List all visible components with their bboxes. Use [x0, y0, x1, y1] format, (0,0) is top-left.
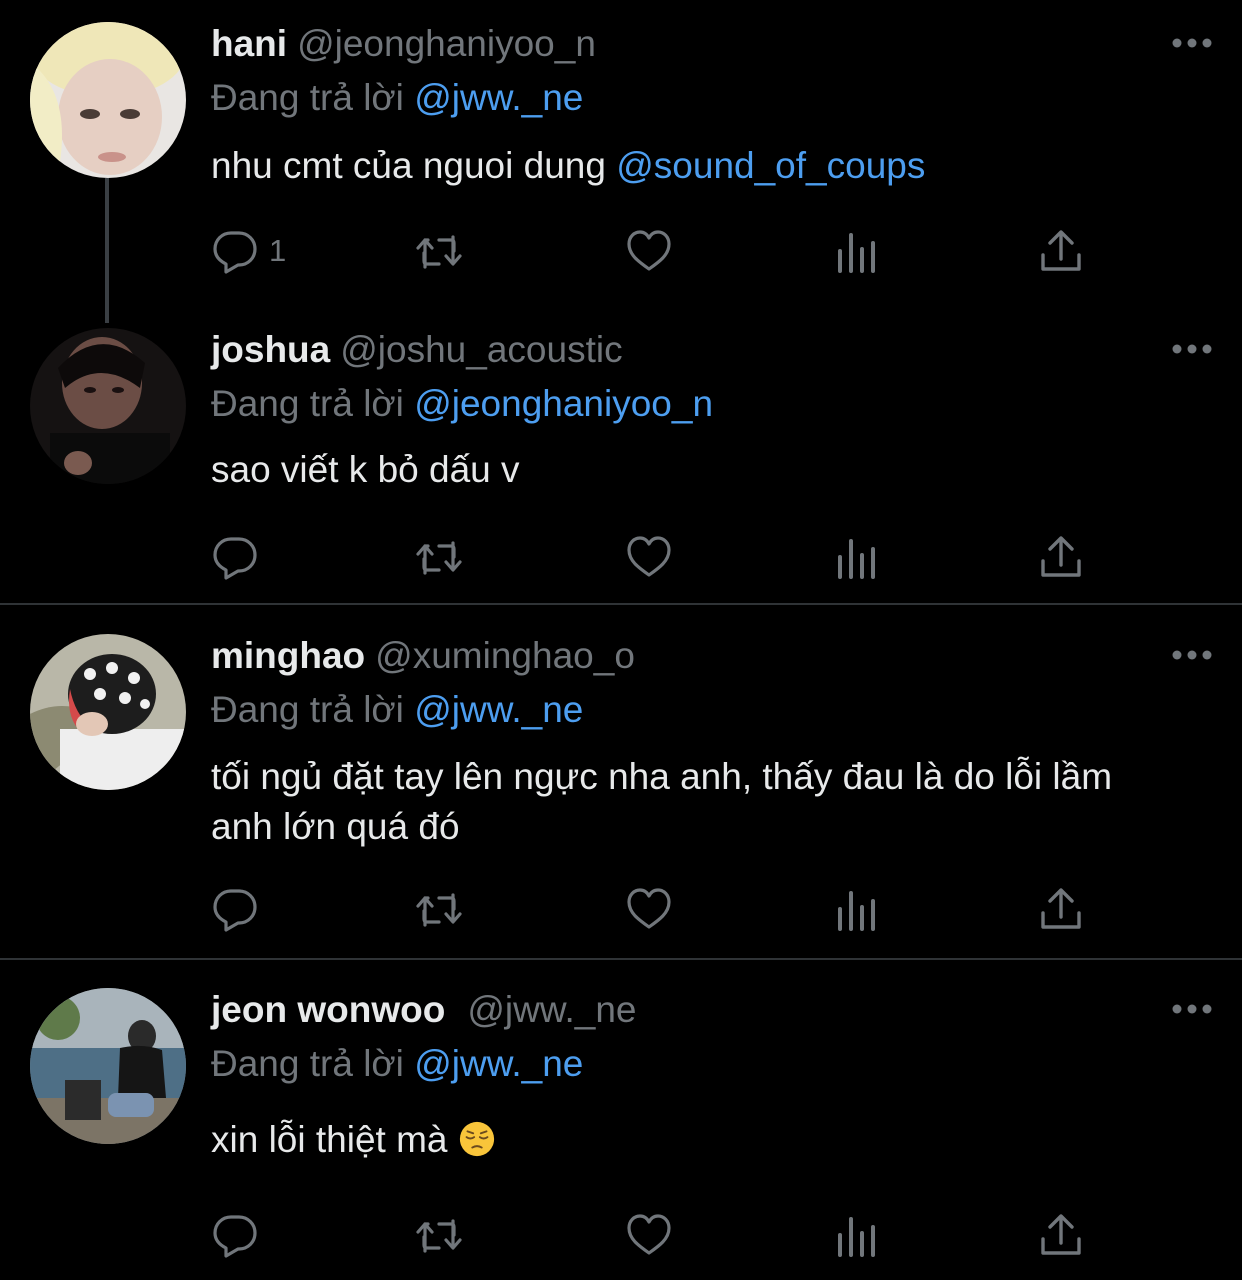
pensive-face-icon [459, 1121, 494, 1157]
retweet-button[interactable] [415, 884, 463, 934]
share-button[interactable] [1037, 884, 1085, 934]
tweet-jeon-wonwoo[interactable]: jeon wonwoo @jww._ne Đang trả lời @jww._n… [0, 988, 1242, 1278]
like-icon [627, 1214, 671, 1255]
avatar[interactable] [30, 328, 186, 484]
divider [0, 603, 1242, 605]
retweet-icon [416, 541, 462, 575]
avatar[interactable] [30, 22, 186, 178]
like-button[interactable] [625, 226, 673, 276]
display-name[interactable]: jeon wonwoo [211, 989, 445, 1030]
share-button[interactable] [1037, 532, 1085, 582]
divider [0, 958, 1242, 960]
more-icon[interactable] [1170, 1002, 1214, 1016]
retweet-button[interactable] [415, 1210, 463, 1260]
display-name[interactable]: joshua [211, 329, 330, 370]
replying-label: Đang trả lời [211, 383, 404, 424]
retweet-icon [416, 893, 462, 927]
replying-to-mention[interactable]: @jeonghaniyoo_n [414, 383, 713, 424]
reply-button[interactable] [211, 884, 259, 934]
user-handle[interactable]: @jeonghaniyoo_n [297, 23, 596, 64]
share-icon [1041, 1214, 1081, 1255]
retweet-button[interactable] [415, 226, 463, 276]
share-icon [1041, 230, 1081, 271]
tweet-text: tối ngủ đặt tay lên ngực nha anh, thấy đ… [211, 756, 1113, 847]
reply-icon [213, 889, 257, 932]
reply-count: 1 [269, 233, 287, 268]
views-icon [838, 1217, 875, 1257]
replying-label: Đang trả lời [211, 77, 404, 118]
reply-icon [213, 1215, 257, 1258]
more-icon[interactable] [1170, 342, 1214, 356]
user-handle[interactable]: @joshu_acoustic [340, 329, 622, 370]
reply-button[interactable]: 1 [211, 226, 286, 276]
share-icon [1041, 888, 1081, 929]
reply-icon [213, 537, 257, 580]
avatar[interactable] [30, 634, 186, 790]
tweet-text: nhu cmt của nguoi dung @sound_of_coups [211, 145, 926, 186]
more-icon[interactable] [1170, 36, 1214, 50]
like-icon [627, 536, 671, 577]
more-icon[interactable] [1170, 648, 1214, 662]
views-icon [838, 891, 875, 931]
reply-button[interactable] [211, 1210, 259, 1260]
views-icon [838, 539, 875, 579]
user-handle[interactable]: @xuminghao_o [375, 635, 635, 676]
views-button[interactable] [832, 884, 880, 934]
share-button[interactable] [1037, 1210, 1085, 1260]
avatar[interactable] [30, 988, 186, 1144]
retweet-icon [416, 235, 462, 269]
like-icon [627, 888, 671, 929]
views-button[interactable] [832, 1210, 880, 1260]
share-icon [1041, 536, 1081, 577]
replying-to-mention[interactable]: @jww._ne [414, 689, 583, 730]
tweet-text: sao viết k bỏ dấu v [211, 449, 520, 490]
tweet-text: xin lỗi thiệt mà [211, 1115, 1201, 1165]
like-button[interactable] [625, 532, 673, 582]
tweet-joshua[interactable]: joshua @joshu_acoustic Đang trả lời @jeon… [0, 328, 1242, 588]
views-button[interactable] [832, 532, 880, 582]
like-icon [627, 230, 671, 271]
replying-to-mention[interactable]: @jww._ne [414, 77, 583, 118]
display-name[interactable]: hani [211, 23, 287, 64]
tweet-minghao[interactable]: minghao @xuminghao_o Đang trả lời @jww._n… [0, 634, 1242, 944]
reply-button[interactable] [211, 532, 259, 582]
retweet-icon [416, 1219, 462, 1253]
tweet-hani[interactable]: hani @jeonghaniyoo_n Đang trả lời @jww._n… [0, 22, 1242, 312]
replying-label: Đang trả lời [211, 1043, 404, 1084]
reply-icon [213, 231, 257, 274]
replying-label: Đang trả lời [211, 689, 404, 730]
views-button[interactable] [832, 226, 880, 276]
like-button[interactable] [625, 1210, 673, 1260]
display-name[interactable]: minghao [211, 635, 365, 676]
text-mention[interactable]: @sound_of_coups [616, 145, 925, 186]
share-button[interactable] [1037, 226, 1085, 276]
user-handle[interactable]: @jww._ne [467, 989, 636, 1030]
retweet-button[interactable] [415, 532, 463, 582]
replying-to-mention[interactable]: @jww._ne [414, 1043, 583, 1084]
like-button[interactable] [625, 884, 673, 934]
views-icon [838, 233, 875, 273]
